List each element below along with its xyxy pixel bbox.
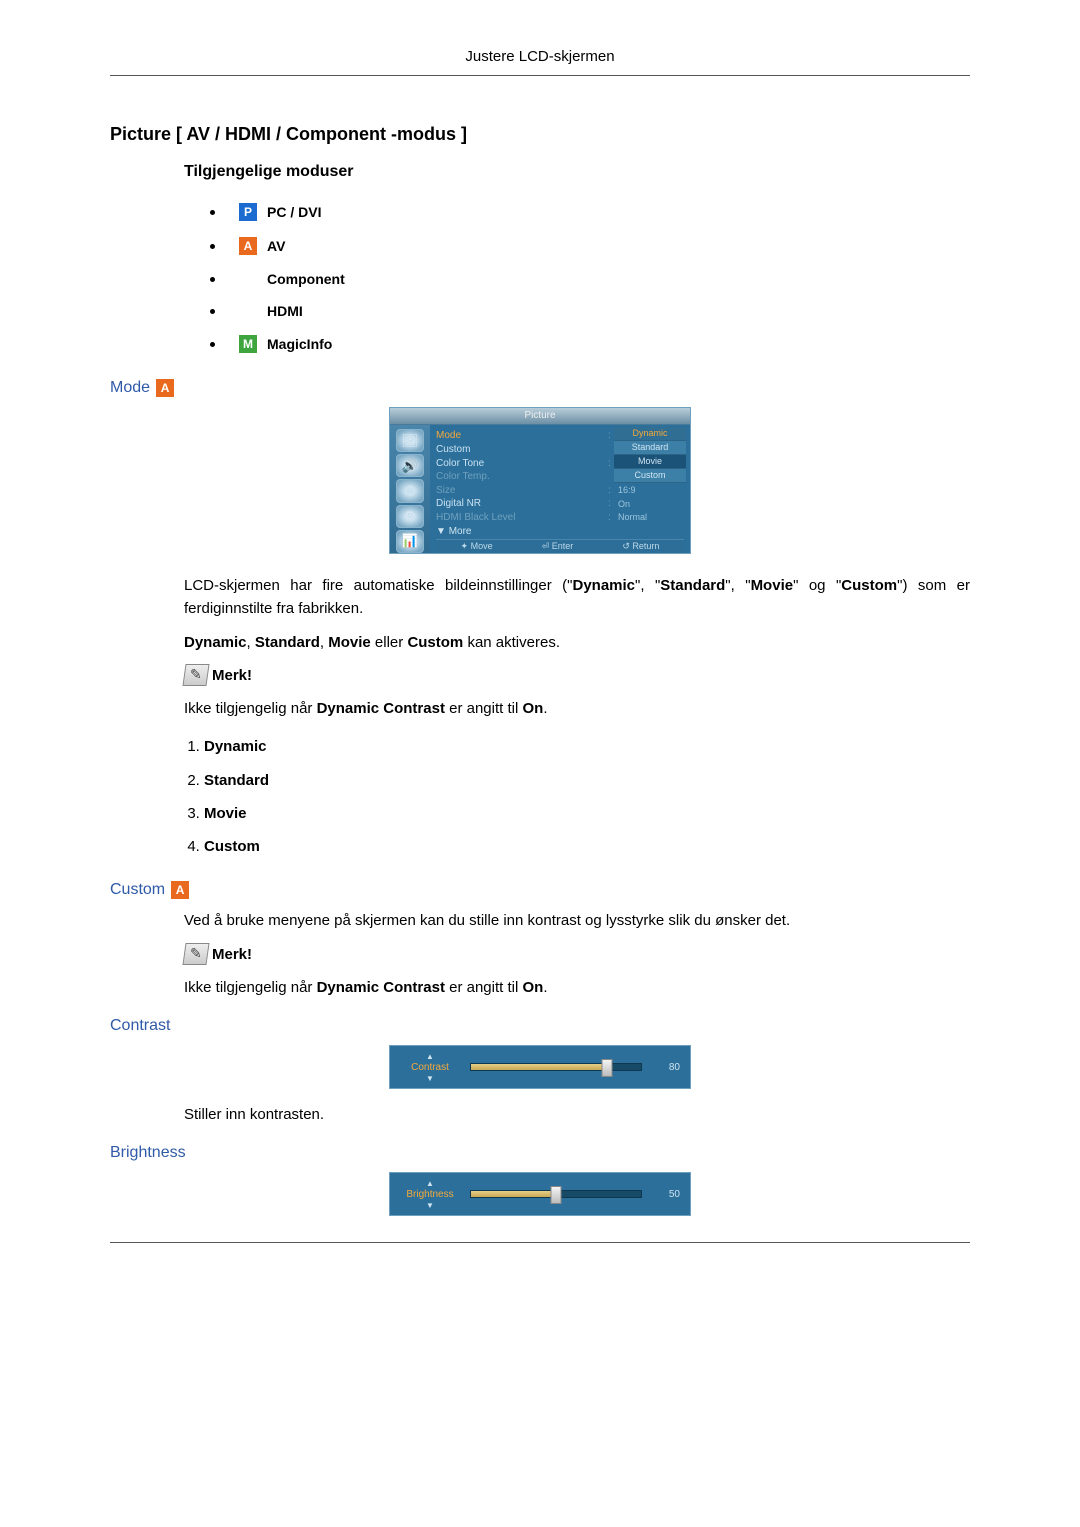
contrast-description: Stiller inn kontrasten. [184, 1103, 970, 1126]
mode-label: PC / DVI [267, 204, 321, 220]
m-icon: M [239, 335, 257, 353]
mode-description: LCD-skjermen har fire automatiske bildei… [184, 574, 970, 863]
osd-footer: ✦ Move ⏎ Enter ↺ Return [436, 539, 684, 553]
heading-contrast-label: Contrast [110, 1017, 170, 1035]
list-item: Standard [204, 764, 970, 797]
slider-fill [471, 1064, 607, 1070]
note-icon [182, 664, 209, 686]
mode-desc-p2: Dynamic, Standard, Movie eller Custom ka… [184, 631, 970, 654]
custom-description: Ved å bruke menyene på skjermen kan du s… [184, 909, 970, 999]
osd-row-color-tone: Color Tone [436, 458, 608, 469]
osd-sidebar: 🖼 🔊 ⏱ ⚙ 📊 [390, 425, 430, 553]
osd-row-size: Size [436, 485, 608, 496]
contrast-slider-panel: Contrast 80 [389, 1045, 691, 1089]
slider-track[interactable] [470, 1063, 642, 1071]
osd-dd-dynamic: Dynamic [614, 427, 686, 441]
slider-track[interactable] [470, 1190, 642, 1198]
osd-title: Picture [390, 408, 690, 425]
mode-label: MagicInfo [267, 336, 332, 352]
osd-dropdown: Dynamic Standard Movie Custom [614, 427, 686, 483]
a-icon: A [171, 881, 189, 899]
list-item: Movie [204, 797, 970, 830]
bullet-icon [210, 244, 215, 249]
heading-brightness-label: Brightness [110, 1144, 186, 1162]
available-modes-list: P PC / DVI A AV Component HDMI M MagicIn… [210, 195, 970, 361]
mode-label: AV [267, 238, 285, 254]
note-label: Merk! [212, 664, 252, 687]
osd-side-icon: 🔊 [396, 454, 424, 477]
custom-desc-text: Ved å bruke menyene på skjermen kan du s… [184, 909, 970, 932]
note-merk: Merk! [184, 943, 970, 966]
osd-dd-movie: Movie [614, 455, 686, 469]
bullet-icon [210, 210, 215, 215]
osd-dd-standard: Standard [614, 441, 686, 455]
osd-row-hdmi-black: HDMI Black Level [436, 512, 608, 523]
footer-rule [110, 1242, 970, 1243]
mode-item-pc-dvi: P PC / DVI [210, 195, 970, 229]
heading-contrast: Contrast [110, 1017, 970, 1035]
osd-row-mode: Mode [436, 430, 608, 441]
mode-options-list: Dynamic Standard Movie Custom [204, 730, 970, 863]
note-icon [182, 943, 209, 965]
osd-main: Mode : Dynamic Standard Movie Custom Cus… [430, 425, 690, 553]
osd-side-icon: 📊 [396, 530, 424, 553]
a-icon: A [156, 379, 174, 397]
mode-item-hdmi: HDMI [210, 295, 970, 327]
slider-thumb[interactable] [602, 1059, 613, 1077]
contrast-desc-text: Stiller inn kontrasten. [184, 1103, 970, 1126]
document-page: Justere LCD-skjermen Picture [ AV / HDMI… [0, 0, 1080, 1527]
section-title-picture: Picture [ AV / HDMI / Component -modus ] [110, 124, 970, 145]
osd-side-icon: 🖼 [396, 429, 424, 452]
note-merk: Merk! [184, 664, 970, 687]
bullet-icon [210, 277, 215, 282]
section-subtitle-available-modes: Tilgjengelige moduser [184, 163, 970, 181]
heading-custom: Custom A [110, 881, 970, 899]
header-rule [110, 75, 970, 76]
mode-item-component: Component [210, 263, 970, 295]
slider-value-brightness: 50 [652, 1189, 680, 1200]
note-dc-text: Ikke tilgjengelig når Dynamic Contrast e… [184, 697, 970, 720]
heading-brightness: Brightness [110, 1144, 970, 1162]
note-dc-text-2: Ikke tilgjengelig når Dynamic Contrast e… [184, 976, 970, 999]
osd-more: ▼ More [436, 524, 684, 539]
osd-row-digital-nr: Digital NR [436, 498, 608, 509]
mode-label: Component [267, 271, 345, 287]
slider-value-contrast: 80 [652, 1062, 680, 1073]
slider-label-contrast: Contrast [400, 1062, 460, 1073]
list-item: Dynamic [204, 730, 970, 763]
osd-menu-screenshot: Picture 🖼 🔊 ⏱ ⚙ 📊 Mode : Dynamic [389, 407, 691, 554]
slider-thumb[interactable] [551, 1186, 562, 1204]
heading-custom-label: Custom [110, 881, 165, 899]
brightness-slider-panel: Brightness 50 [389, 1172, 691, 1216]
heading-mode: Mode A [110, 379, 970, 397]
page-header: Justere LCD-skjermen [110, 48, 970, 71]
list-item: Custom [204, 830, 970, 863]
mode-item-av: A AV [210, 229, 970, 263]
a-icon: A [239, 237, 257, 255]
osd-val-hdmi-black: Normal [618, 512, 684, 522]
bullet-icon [210, 342, 215, 347]
mode-desc-p1: LCD-skjermen har fire automatiske bildei… [184, 574, 970, 621]
osd-dd-custom: Custom [614, 469, 686, 483]
heading-mode-label: Mode [110, 379, 150, 397]
osd-side-icon: ⏱ [396, 479, 424, 502]
mode-label: HDMI [267, 303, 303, 319]
mode-item-magicinfo: M MagicInfo [210, 327, 970, 361]
osd-val-digital-nr: On [618, 499, 684, 509]
osd-val-size: 16:9 [618, 485, 684, 495]
note-label: Merk! [212, 943, 252, 966]
p-icon: P [239, 203, 257, 221]
bullet-icon [210, 309, 215, 314]
osd-side-icon: ⚙ [396, 505, 424, 528]
slider-fill [471, 1191, 556, 1197]
slider-label-brightness: Brightness [400, 1189, 460, 1200]
